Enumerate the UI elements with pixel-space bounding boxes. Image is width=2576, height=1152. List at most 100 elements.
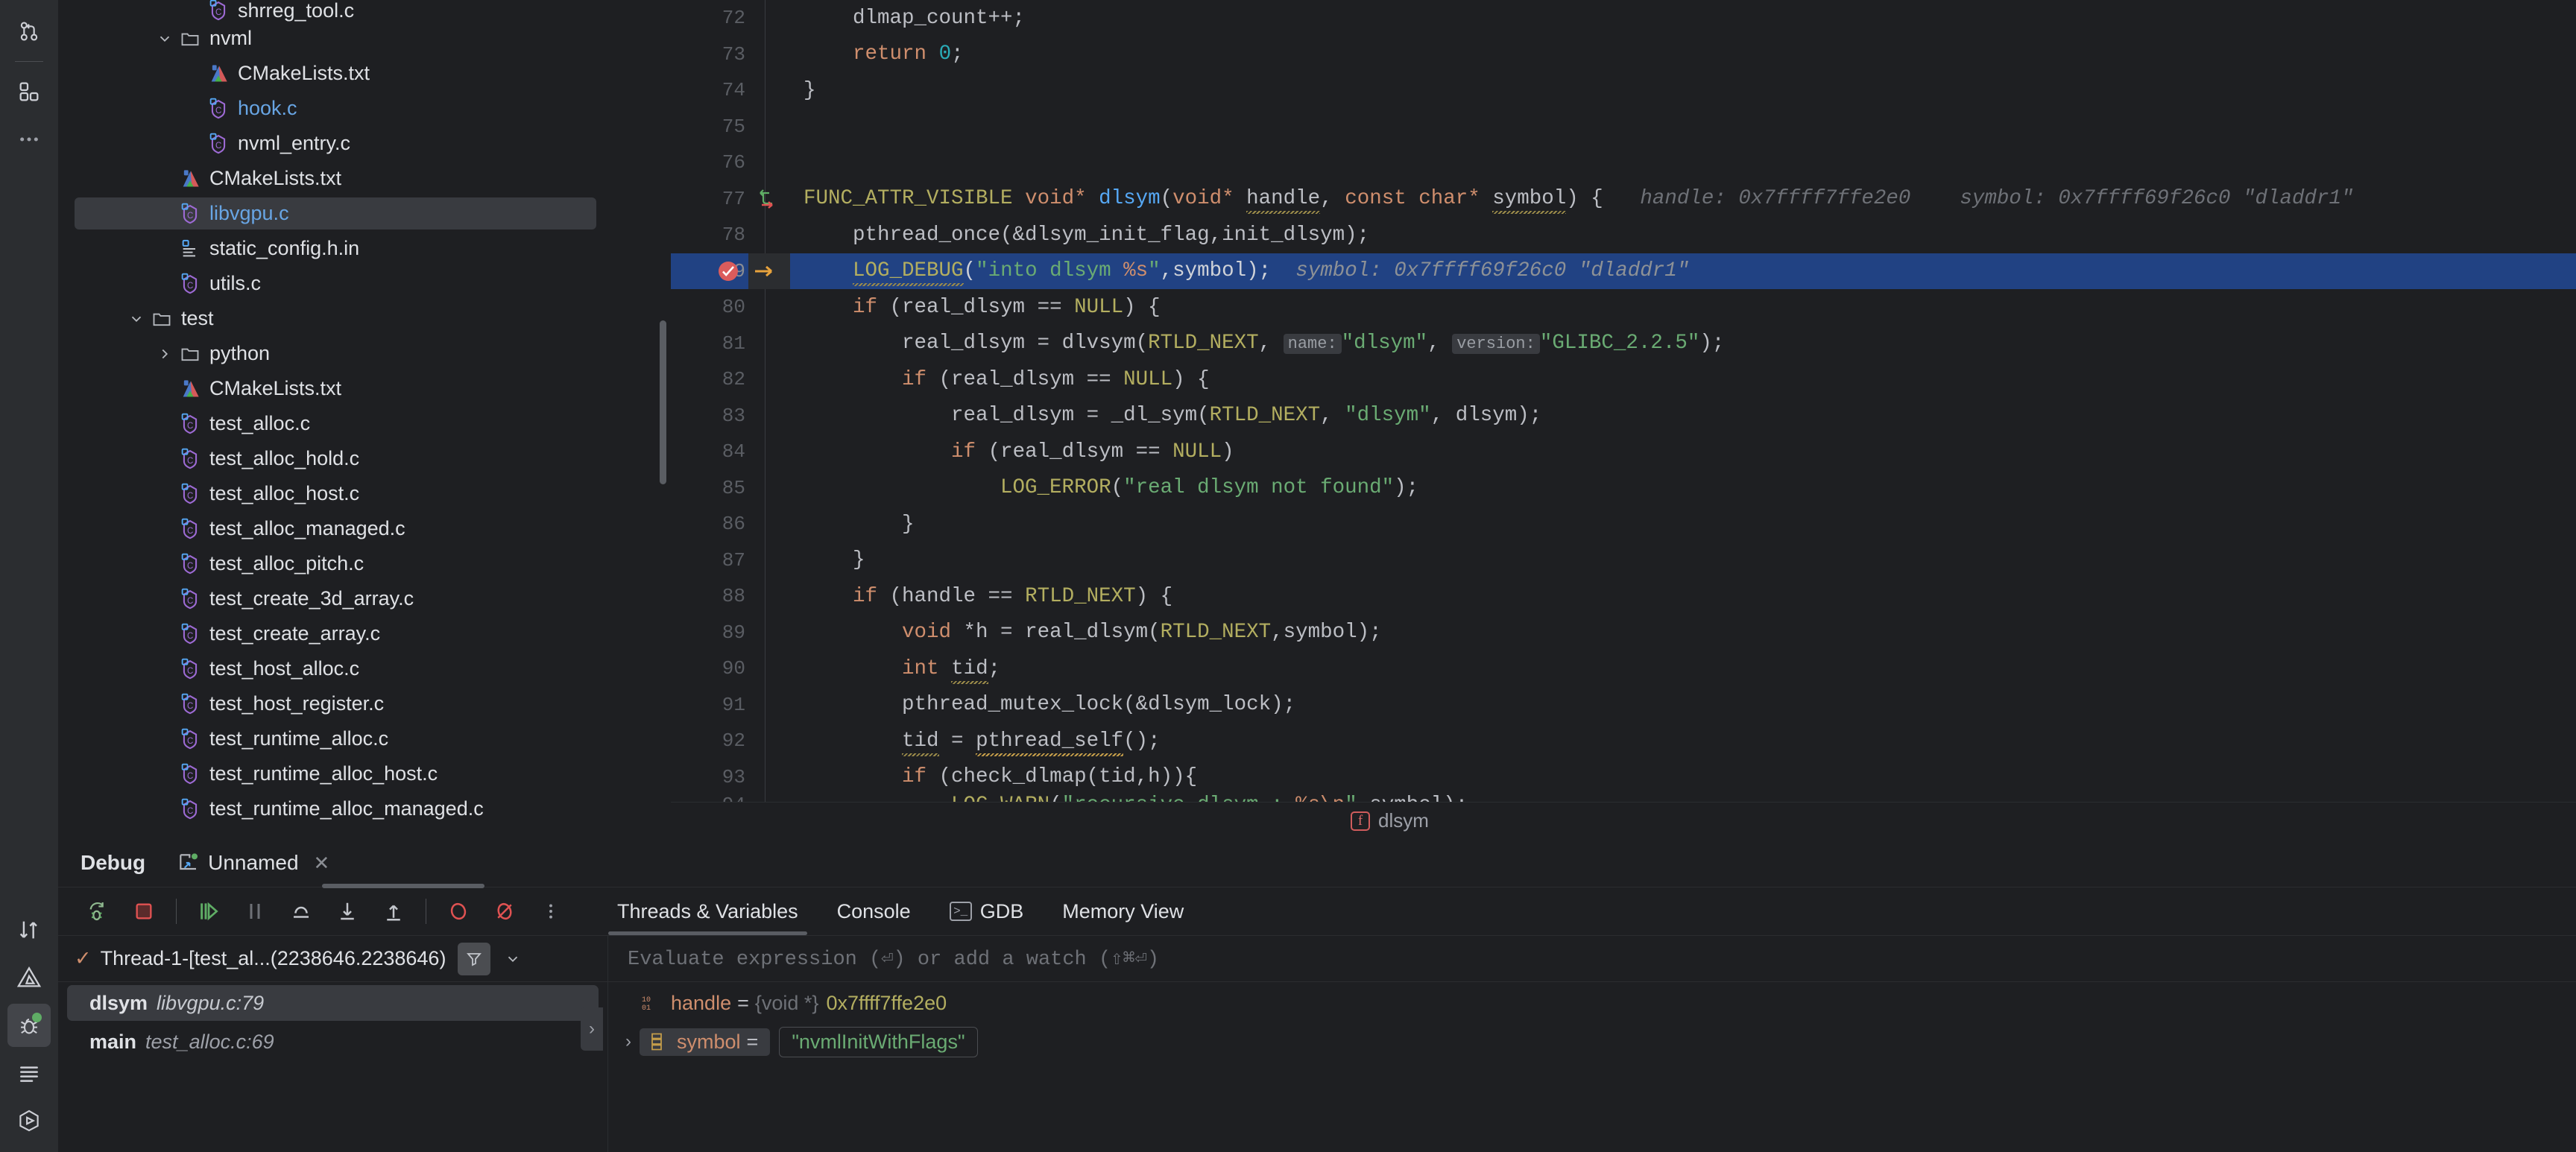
breadcrumb-label[interactable]: dlsym <box>1378 809 1429 832</box>
variable-row-handle[interactable]: 1001 handle = {void *} 0x7ffff7ffe2e0 <box>608 985 2576 1021</box>
variable-row-symbol[interactable]: › symbol = "nvmlInitWithFlags" <box>608 1024 2576 1060</box>
frames-expand-handle[interactable]: › <box>581 1007 603 1051</box>
line-markers[interactable] <box>748 615 790 651</box>
tree-item[interactable]: Clibvgpu.c <box>58 196 671 231</box>
close-icon[interactable]: ✕ <box>314 852 330 875</box>
param-hint-name[interactable]: name: <box>1284 334 1342 354</box>
code-line[interactable]: 75 <box>671 109 2576 145</box>
code-line[interactable]: 85 LOG_ERROR("real dlsym not found"); <box>671 470 2576 507</box>
inline-hint-handle[interactable]: handle: 0x7ffff7ffe2e0 <box>1640 187 1910 210</box>
chevron-down-icon[interactable] <box>154 28 176 50</box>
chevron-down-icon[interactable] <box>125 308 148 330</box>
line-markers[interactable] <box>748 578 790 615</box>
code-line[interactable]: 93 if (check_dlmap(tid,h)){ <box>671 759 2576 796</box>
tree-item[interactable]: Ctest_runtime_alloc_host.c <box>58 756 671 791</box>
variable-value-editor[interactable]: "nvmlInitWithFlags" <box>779 1027 977 1057</box>
tree-item[interactable]: Ctest_create_3d_array.c <box>58 581 671 616</box>
tree-item[interactable]: CMakeLists.txt <box>58 56 671 91</box>
code-line[interactable]: 81 real_dlsym = dlvsym(RTLD_NEXT, name:"… <box>671 326 2576 362</box>
project-tool-window[interactable]: Cshrreg_tool.cnvmlCMakeLists.txtChook.cC… <box>58 0 671 839</box>
todo-icon[interactable] <box>7 1051 51 1095</box>
tree-item[interactable]: test <box>58 301 671 336</box>
rerun-debug-button[interactable] <box>78 892 117 931</box>
code-line[interactable]: 83 real_dlsym = _dl_sym(RTLD_NEXT, "dlsy… <box>671 398 2576 434</box>
view-breakpoints-button[interactable] <box>439 892 478 931</box>
debug-icon[interactable] <box>7 1004 51 1047</box>
param-hint-version[interactable]: version: <box>1452 334 1540 354</box>
code-line[interactable]: 77 FUNC_ATTR_VISIBLE void* dlsym(void* h… <box>671 181 2576 218</box>
project-tree[interactable]: Cshrreg_tool.cnvmlCMakeLists.txtChook.cC… <box>58 0 671 826</box>
code-line[interactable]: 82 if (real_dlsym == NULL) { <box>671 361 2576 398</box>
chevron-right-icon[interactable]: › <box>617 1031 640 1052</box>
tree-item[interactable]: Ctest_create_array.c <box>58 616 671 651</box>
tree-item[interactable]: Cutils.c <box>58 266 671 301</box>
tree-item[interactable]: Ctest_alloc_managed.c <box>58 511 671 546</box>
line-markers[interactable] <box>748 759 790 796</box>
inline-hint-symbol-79[interactable]: symbol: 0x7ffff69f26c0 "dladdr1" <box>1295 259 1689 282</box>
code-line[interactable]: 86 } <box>671 506 2576 542</box>
line-markers[interactable] <box>748 145 790 181</box>
chevron-down-icon[interactable] <box>498 944 528 974</box>
line-markers[interactable] <box>748 434 790 470</box>
debug-session-tab-label[interactable]: Unnamed <box>208 851 298 875</box>
line-markers[interactable] <box>748 326 790 362</box>
breakpoint-icon[interactable] <box>717 260 739 282</box>
tab-memory-view[interactable]: Memory View <box>1043 887 1203 935</box>
line-markers[interactable] <box>748 181 790 218</box>
tree-item[interactable]: nvml <box>58 21 671 56</box>
tab-console[interactable]: Console <box>818 887 930 935</box>
stop-button[interactable] <box>124 892 163 931</box>
code-line[interactable]: 91 pthread_mutex_lock(&dlsym_lock); <box>671 687 2576 724</box>
tree-item[interactable]: Ctest_alloc.c <box>58 406 671 441</box>
code-line[interactable]: 87 } <box>671 542 2576 579</box>
line-markers[interactable] <box>748 289 790 326</box>
line-markers[interactable] <box>748 217 790 253</box>
tab-threads-and-variables[interactable]: Threads & Variables <box>598 887 818 935</box>
code-line[interactable]: 80 if (real_dlsym == NULL) { <box>671 289 2576 326</box>
code-line[interactable]: 89 void *h = real_dlsym(RTLD_NEXT,symbol… <box>671 615 2576 651</box>
code-line-current[interactable]: 79 LOG_DEBUG("into dlsym %s",symbol); sy… <box>671 253 2576 290</box>
code-line[interactable]: 88 if (handle == RTLD_NEXT) { <box>671 578 2576 615</box>
version-control-icon[interactable] <box>7 10 51 53</box>
line-markers[interactable] <box>748 37 790 73</box>
tree-item[interactable]: Ctest_alloc_pitch.c <box>58 546 671 581</box>
run-icon[interactable] <box>7 1099 51 1142</box>
tree-item[interactable]: Cnvml_entry.c <box>58 126 671 161</box>
line-markers[interactable] <box>748 542 790 579</box>
code-line[interactable]: 90 int tid; <box>671 651 2576 687</box>
variable-name-selected[interactable]: symbol = <box>640 1028 770 1056</box>
code-content[interactable]: 72 dlmap_count++; 73 return 0; 74 } 75 <box>671 0 2576 814</box>
stack-frame-main[interactable]: main test_alloc.c:69 <box>67 1024 599 1060</box>
step-out-button[interactable] <box>374 892 413 931</box>
filter-icon[interactable] <box>458 943 490 975</box>
line-markers[interactable] <box>748 651 790 687</box>
line-markers[interactable] <box>748 506 790 542</box>
more-options-button[interactable] <box>531 892 570 931</box>
chevron-right-icon[interactable] <box>154 343 176 365</box>
code-line[interactable]: 92 tid = pthread_self(); <box>671 723 2576 759</box>
commit-updates-icon[interactable] <box>7 908 51 952</box>
tree-item[interactable]: python <box>58 336 671 371</box>
line-markers[interactable] <box>748 109 790 145</box>
code-line[interactable]: 78 pthread_once(&dlsym_init_flag,init_dl… <box>671 217 2576 253</box>
line-markers[interactable] <box>748 723 790 759</box>
tree-item[interactable]: Cshrreg_tool.c <box>58 0 671 21</box>
more-tool-windows-icon[interactable] <box>7 118 51 161</box>
thread-selector[interactable]: ✓ Thread-1-[test_al...(2238646.2238646) <box>58 936 607 982</box>
inline-hint-symbol[interactable]: symbol: 0x7ffff69f26c0 "dladdr1" <box>1960 187 2353 210</box>
tree-item[interactable]: static_config.h.in <box>58 231 671 266</box>
code-editor[interactable]: 72 dlmap_count++; 73 return 0; 74 } 75 <box>671 0 2576 839</box>
code-line[interactable]: 74 } <box>671 72 2576 109</box>
step-over-button[interactable] <box>282 892 321 931</box>
resume-program-button[interactable] <box>189 892 228 931</box>
breadcrumb[interactable]: f dlsym <box>671 802 2576 839</box>
line-markers[interactable] <box>748 361 790 398</box>
stack-frame-dlsym[interactable]: dlsym libvgpu.c:79 <box>67 985 599 1021</box>
project-structure-icon[interactable] <box>7 70 51 113</box>
debug-session-tab[interactable]: Unnamed ✕ <box>177 839 329 887</box>
problems-icon[interactable] <box>7 956 51 999</box>
project-tree-scrollbar[interactable] <box>660 320 666 484</box>
line-markers[interactable] <box>748 253 790 290</box>
tree-item[interactable]: Chook.c <box>58 91 671 126</box>
tree-item[interactable]: CMakeLists.txt <box>58 371 671 406</box>
